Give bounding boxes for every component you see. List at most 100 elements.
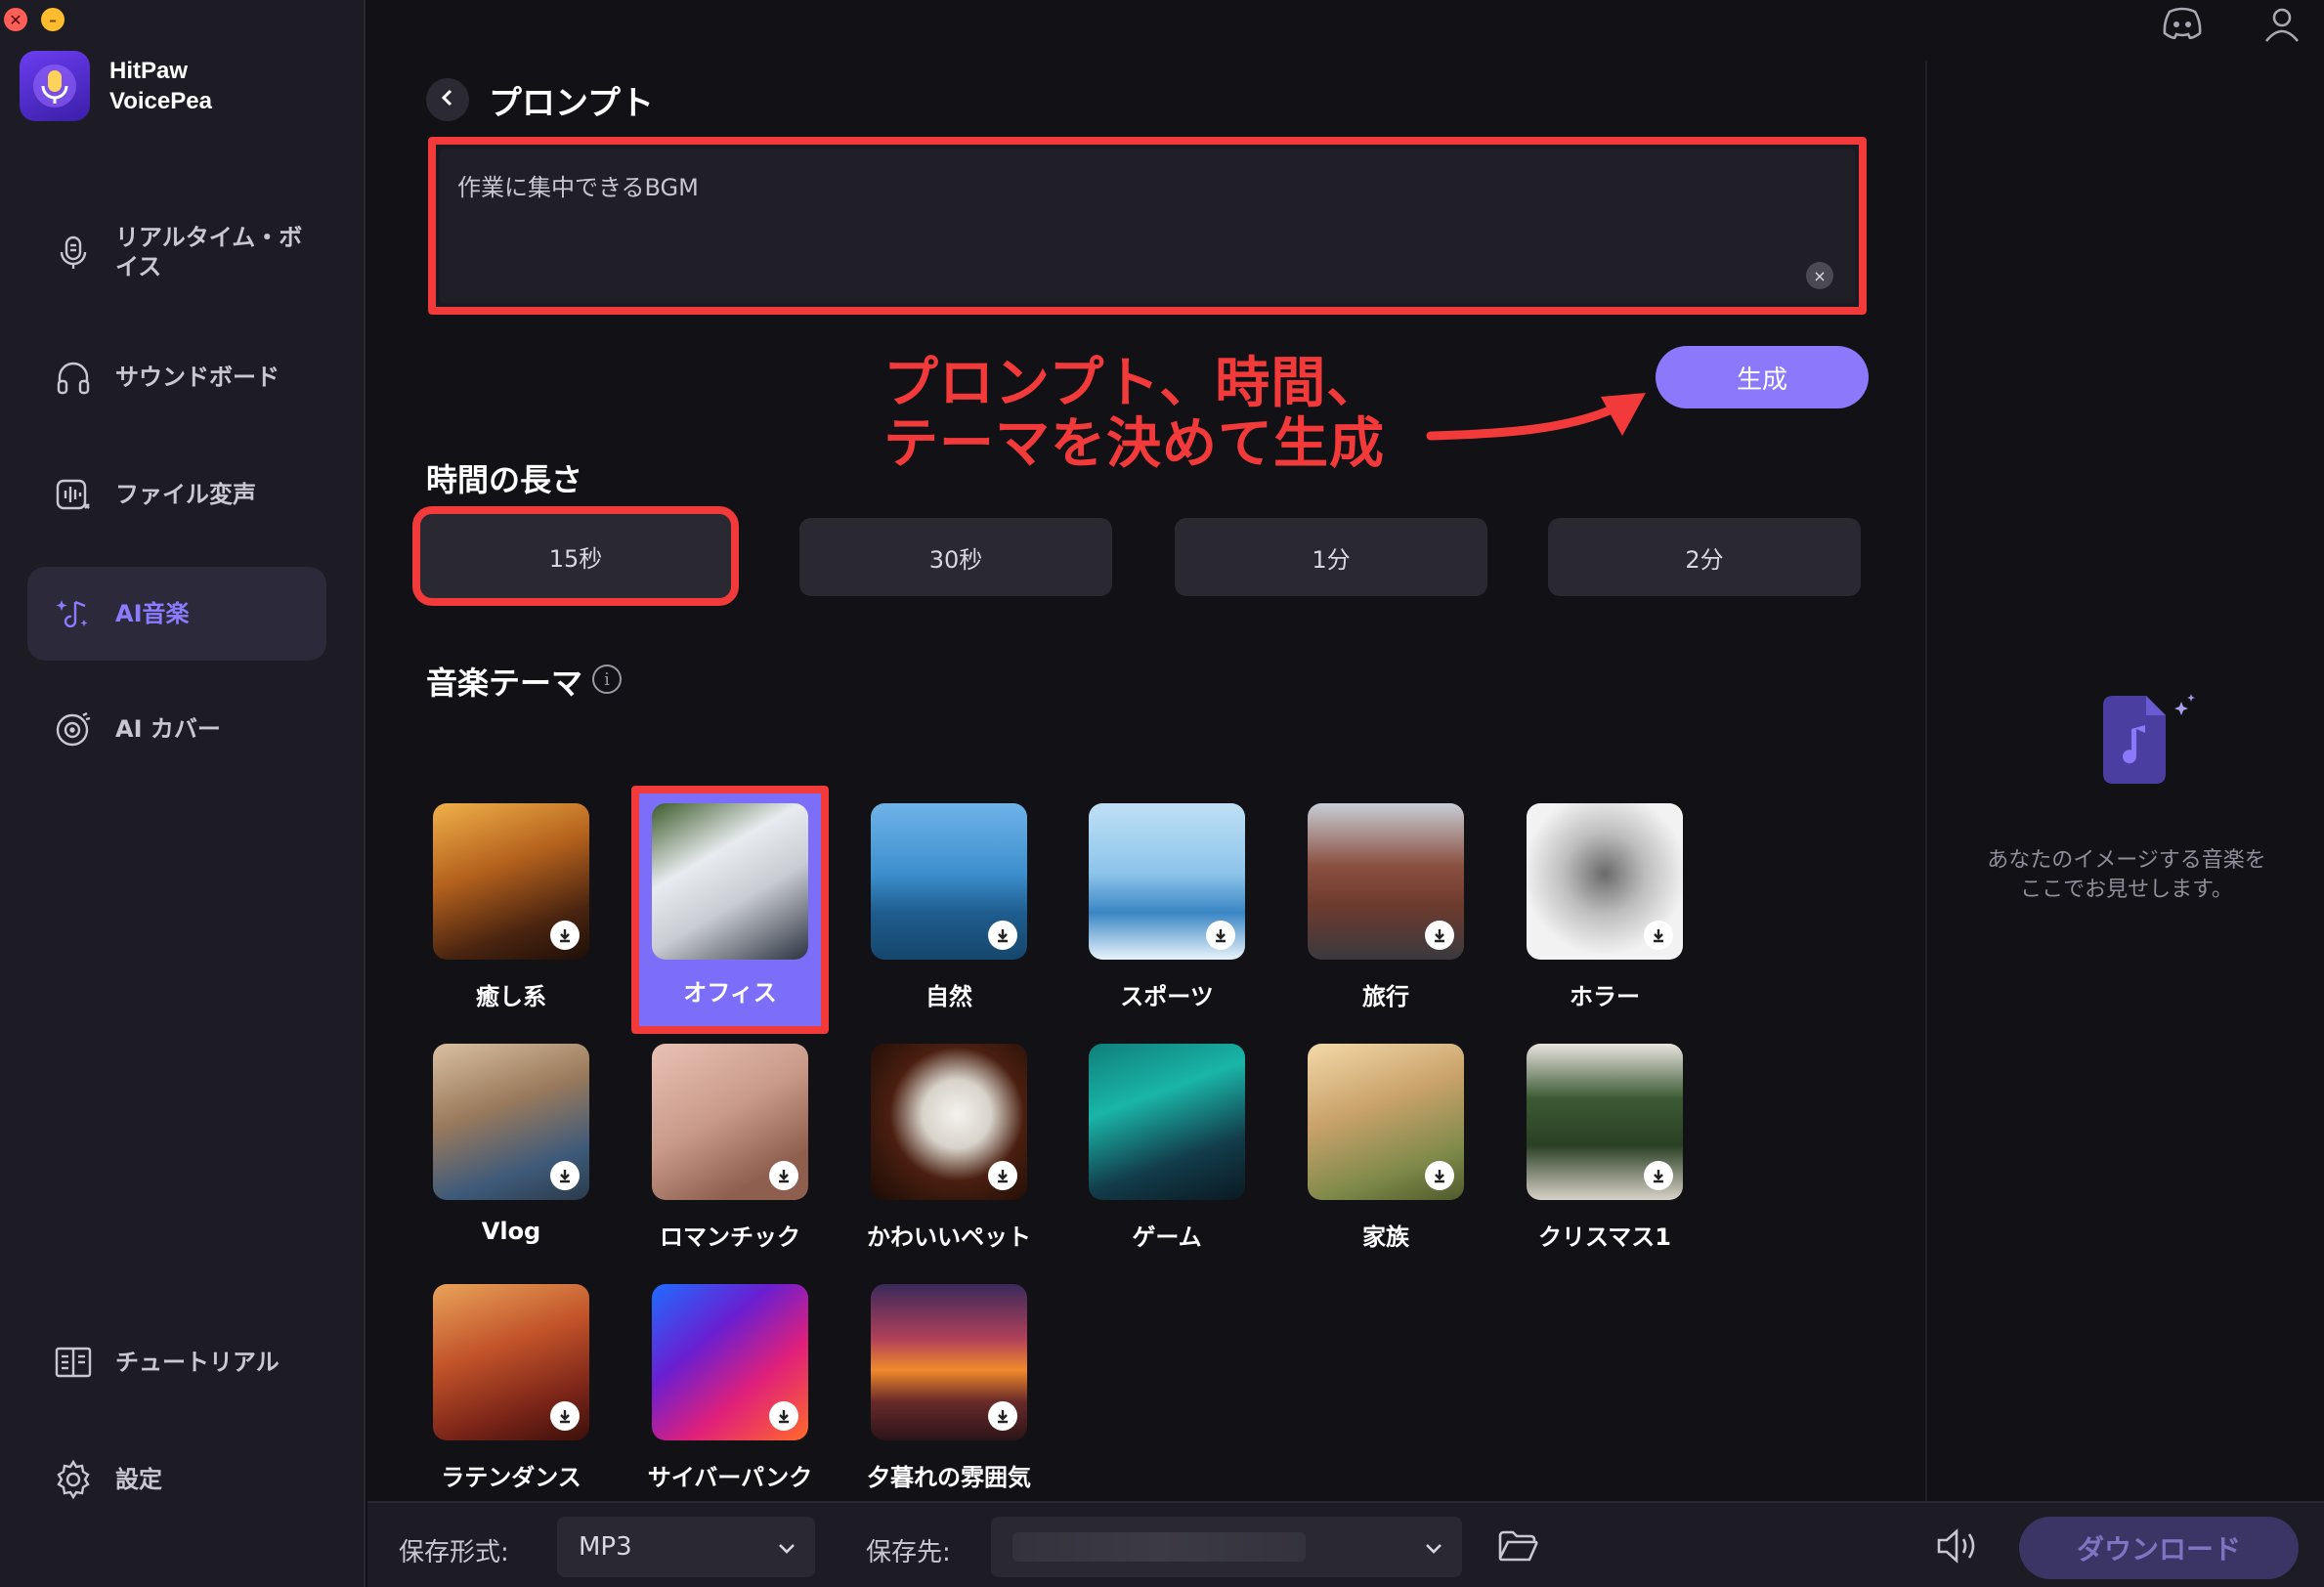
preview-message-line-2: ここでお見せします。 bbox=[2020, 878, 2233, 902]
sidebar-item-soundboard[interactable]: サウンドボード bbox=[27, 330, 326, 424]
prompt-input[interactable]: 作業に集中できるBGM × bbox=[440, 149, 1855, 303]
format-select[interactable]: MP3 bbox=[557, 1517, 815, 1577]
info-icon[interactable]: i bbox=[592, 665, 622, 694]
theme-item-cute-pet[interactable]: かわいいペット bbox=[851, 1044, 1047, 1252]
app-name: HitPaw VoicePea bbox=[109, 56, 212, 116]
theme-name: 自然 bbox=[925, 983, 972, 1010]
theme-thumbnail bbox=[1308, 1044, 1464, 1200]
sidebar-item-label: AI カバー bbox=[115, 715, 221, 743]
generate-button[interactable]: 生成 bbox=[1656, 346, 1869, 408]
theme-name: Vlog bbox=[481, 1218, 541, 1245]
user-account-icon[interactable] bbox=[2263, 6, 2301, 47]
theme-name: ラテンダンス bbox=[441, 1464, 581, 1491]
chevron-down-icon bbox=[1423, 1536, 1444, 1566]
download-icon[interactable] bbox=[550, 1161, 580, 1190]
discord-icon[interactable] bbox=[2162, 6, 2203, 47]
vinyl-icon bbox=[51, 707, 96, 751]
download-icon[interactable] bbox=[988, 1401, 1017, 1431]
download-icon[interactable] bbox=[1206, 921, 1235, 950]
theme-item-office[interactable]: オフィス bbox=[631, 786, 829, 1034]
theme-thumbnail bbox=[1089, 803, 1245, 960]
duration-1min-button[interactable]: 1分 bbox=[1175, 518, 1487, 596]
volume-icon[interactable] bbox=[1935, 1526, 1982, 1569]
duration-30s-button[interactable]: 30秒 bbox=[799, 518, 1112, 596]
download-icon[interactable] bbox=[988, 1161, 1017, 1190]
theme-item-sunset[interactable]: 夕暮れの雰囲気 bbox=[851, 1284, 1047, 1492]
theme-item-game[interactable]: ゲーム bbox=[1069, 1044, 1265, 1252]
sidebar-item-ai-music[interactable]: AI音楽 bbox=[27, 567, 326, 661]
theme-item-sports[interactable]: スポーツ bbox=[1069, 803, 1265, 1011]
sidebar-item-file-voice[interactable]: ファイル変声 bbox=[27, 448, 326, 541]
music-file-icon bbox=[2091, 686, 2199, 797]
download-icon[interactable] bbox=[550, 1401, 580, 1431]
theme-item-horror[interactable]: ホラー bbox=[1507, 803, 1702, 1011]
sidebar-item-label: チュートリアル bbox=[115, 1349, 280, 1376]
sidebar-item-settings[interactable]: 設定 bbox=[27, 1433, 326, 1526]
download-icon[interactable] bbox=[769, 1401, 798, 1431]
sidebar-item-label: サウンドボード bbox=[115, 364, 280, 391]
theme-name: かわいいペット bbox=[867, 1223, 1031, 1251]
blurred-path bbox=[1012, 1532, 1306, 1562]
theme-item-cyberpunk[interactable]: サイバーパンク bbox=[632, 1284, 828, 1492]
download-icon[interactable] bbox=[1425, 921, 1454, 950]
save-format-label: 保存形式: bbox=[399, 1538, 509, 1567]
book-icon bbox=[51, 1340, 96, 1385]
chevron-down-icon bbox=[776, 1536, 797, 1566]
theme-name: 癒し系 bbox=[476, 983, 546, 1010]
theme-name: 夕暮れの雰囲気 bbox=[867, 1464, 1031, 1491]
theme-item-family[interactable]: 家族 bbox=[1288, 1044, 1484, 1252]
theme-item-romantic[interactable]: ロマンチック bbox=[632, 1044, 828, 1252]
annotation-callout: プロンプト、時間、 テーマを決めて生成 bbox=[883, 354, 1385, 475]
theme-name: ゲーム bbox=[1132, 1223, 1202, 1251]
clear-prompt-button[interactable]: × bbox=[1806, 262, 1833, 289]
bottom-bar: 保存形式: MP3 保存先: ダウンロード bbox=[367, 1501, 2324, 1587]
theme-thumbnail bbox=[1527, 1044, 1683, 1200]
download-icon[interactable] bbox=[1644, 921, 1673, 950]
theme-name: サイバーパンク bbox=[647, 1464, 813, 1491]
close-window-button[interactable]: ✕ bbox=[4, 8, 27, 31]
duration-15s-button[interactable]: 15秒 bbox=[412, 506, 739, 606]
download-button[interactable]: ダウンロード bbox=[2019, 1517, 2299, 1579]
theme-item-vlog[interactable]: Vlog bbox=[413, 1044, 609, 1245]
theme-name: ホラー bbox=[1570, 983, 1640, 1010]
file-voice-icon bbox=[51, 472, 96, 517]
sidebar-item-realtime-voice[interactable]: リアルタイム・ボイス bbox=[27, 205, 326, 299]
download-icon[interactable] bbox=[1644, 1161, 1673, 1190]
download-icon[interactable] bbox=[988, 921, 1017, 950]
theme-item-healing[interactable]: 癒し系 bbox=[413, 803, 609, 1011]
theme-thumbnail bbox=[871, 1284, 1027, 1440]
destination-select[interactable] bbox=[991, 1517, 1462, 1577]
download-icon[interactable] bbox=[769, 1161, 798, 1190]
sidebar-item-tutorial[interactable]: チュートリアル bbox=[27, 1315, 326, 1409]
sidebar-item-label: 設定 bbox=[115, 1466, 162, 1493]
duration-2min-button[interactable]: 2分 bbox=[1548, 518, 1861, 596]
sidebar-item-label: AI音楽 bbox=[115, 600, 190, 627]
top-right-icons bbox=[2162, 6, 2301, 47]
back-button[interactable] bbox=[426, 78, 469, 121]
download-icon[interactable] bbox=[550, 921, 580, 950]
gear-icon bbox=[51, 1457, 96, 1502]
theme-name: オフィス bbox=[683, 979, 777, 1007]
app-brand: HitPaw VoicePea bbox=[20, 51, 212, 121]
theme-thumbnail bbox=[652, 1044, 808, 1200]
theme-thumbnail bbox=[1527, 803, 1683, 960]
theme-name: 家族 bbox=[1362, 1223, 1409, 1251]
theme-item-christmas[interactable]: クリスマス1 bbox=[1507, 1044, 1702, 1252]
headphones-icon bbox=[51, 355, 96, 400]
annotation-line-1: プロンプト、時間、 bbox=[883, 352, 1383, 415]
save-destination-label: 保存先: bbox=[866, 1538, 951, 1567]
preview-empty-message: あなたのイメージする音楽を ここでお見せします。 bbox=[1927, 846, 2324, 905]
folder-open-icon[interactable] bbox=[1497, 1528, 1538, 1567]
theme-thumbnail bbox=[871, 803, 1027, 960]
theme-item-nature[interactable]: 自然 bbox=[851, 803, 1047, 1011]
minimize-window-button[interactable]: – bbox=[41, 8, 65, 31]
sidebar-item-label: ファイル変声 bbox=[115, 481, 256, 508]
theme-item-latin-dance[interactable]: ラテンダンス bbox=[413, 1284, 609, 1492]
theme-name: スポーツ bbox=[1120, 983, 1214, 1010]
app-logo-icon bbox=[20, 51, 90, 121]
chevron-left-icon bbox=[438, 88, 457, 111]
download-icon[interactable] bbox=[1425, 1161, 1454, 1190]
annotation-arrow-icon bbox=[1423, 385, 1657, 457]
sidebar-item-ai-cover[interactable]: AI カバー bbox=[27, 682, 326, 776]
theme-item-travel[interactable]: 旅行 bbox=[1288, 803, 1484, 1011]
